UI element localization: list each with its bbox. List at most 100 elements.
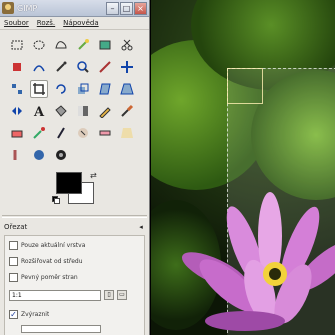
tool-button-bucket-fill[interactable]: [52, 102, 70, 120]
close-button[interactable]: ×: [134, 1, 147, 15]
tool-grid: A: [0, 30, 149, 168]
maximize-button[interactable]: □: [120, 1, 133, 15]
foreground-color-swatch[interactable]: [56, 172, 82, 194]
color-select-icon: [99, 40, 111, 50]
tool-button-airbrush[interactable]: [30, 124, 48, 142]
option-slider[interactable]: [21, 325, 101, 333]
tool-button-foreground-select[interactable]: [8, 58, 26, 76]
tool-button-color-picker[interactable]: [52, 58, 70, 76]
tool-button-smudge[interactable]: [8, 146, 26, 164]
menu-file[interactable]: Soubor: [4, 19, 29, 27]
smudge-icon: [13, 150, 17, 160]
checkbox-current-layer[interactable]: [9, 241, 18, 250]
align-icon: [12, 84, 22, 94]
text-icon: A: [33, 105, 45, 118]
checkbox-highlight[interactable]: ✓: [9, 310, 18, 319]
swap-colors-icon[interactable]: ⇄: [90, 171, 97, 180]
tool-button-flip[interactable]: [8, 102, 26, 120]
tool-button-convolve[interactable]: [52, 146, 70, 164]
portrait-icon[interactable]: ▯: [104, 290, 114, 300]
tool-button-perspective[interactable]: [118, 80, 136, 98]
tool-button-clone[interactable]: [74, 124, 92, 142]
scale-icon: [78, 83, 89, 94]
convolve-icon: [56, 150, 66, 160]
tool-button-blend[interactable]: [74, 102, 92, 120]
image-canvas[interactable]: [151, 0, 335, 335]
option-highlight[interactable]: ✓ Zvýraznit: [9, 308, 140, 321]
tool-button-crop[interactable]: [30, 80, 48, 98]
tool-button-align[interactable]: [8, 80, 26, 98]
pencil-icon: [99, 107, 111, 118]
checkbox-fixed-aspect[interactable]: [9, 273, 18, 282]
tool-options-header: Ořezat ◂: [0, 221, 149, 233]
tool-button-perspective-clone[interactable]: [118, 124, 136, 142]
tool-button-measure[interactable]: [96, 58, 114, 76]
bucket-fill-icon: [55, 105, 67, 117]
crop-corner-handle[interactable]: [227, 68, 263, 104]
option-current-layer[interactable]: Pouze aktuální vrstva: [9, 239, 140, 252]
tool-button-ellipse-select[interactable]: [30, 36, 48, 54]
clone-icon: [78, 128, 88, 138]
option-fixed-aspect[interactable]: Pevný poměr stran: [9, 271, 140, 284]
tool-button-paths[interactable]: [30, 58, 48, 76]
crop-icon: [33, 83, 45, 95]
checkbox-expand-from-center[interactable]: [9, 257, 18, 266]
dodge-burn-icon: [34, 150, 44, 160]
paths-icon: [33, 65, 45, 72]
ink-icon: [57, 127, 65, 139]
color-area: ⇄: [50, 168, 149, 212]
heal-icon: [99, 130, 111, 136]
aspect-ratio-input[interactable]: [9, 289, 101, 301]
tool-button-text[interactable]: A: [30, 102, 48, 120]
reset-colors-icon[interactable]: [52, 196, 60, 204]
menu-extensions[interactable]: Rozš.: [37, 19, 55, 27]
shear-icon: [99, 83, 111, 95]
option-expand-from-center[interactable]: Rozšiřovat od středu: [9, 255, 140, 268]
airbrush-icon: [33, 127, 45, 139]
rect-select-icon: [11, 40, 23, 50]
tool-button-eraser[interactable]: [8, 124, 26, 142]
tool-button-paintbrush[interactable]: [118, 102, 136, 120]
move-icon: [121, 61, 133, 73]
landscape-icon[interactable]: ▭: [117, 290, 127, 300]
water-lily-flower-image: [181, 192, 335, 331]
free-select-icon: [55, 41, 67, 49]
measure-icon: [99, 61, 111, 73]
tool-button-pencil[interactable]: [96, 102, 114, 120]
panel-divider[interactable]: [2, 215, 147, 218]
tool-button-rotate[interactable]: [52, 80, 70, 98]
tool-button-color-select[interactable]: [96, 36, 114, 54]
foreground-select-icon: [13, 63, 21, 71]
tool-button-rect-select[interactable]: [8, 36, 26, 54]
tab-menu-icon[interactable]: ◂: [137, 223, 145, 231]
option-label: Rozšiřovat od středu: [21, 258, 83, 265]
tool-button-zoom[interactable]: [74, 58, 92, 76]
tool-options-panel: Pouze aktuální vrstva Rozšiřovat od stře…: [4, 235, 145, 335]
tool-button-scissors[interactable]: [118, 36, 136, 54]
tool-button-free-select[interactable]: [52, 36, 70, 54]
toolbox-titlebar[interactable]: GIMP – □ ×: [0, 0, 149, 17]
tool-button-fuzzy-select[interactable]: [74, 36, 92, 54]
tool-button-dodge-burn[interactable]: [30, 146, 48, 164]
perspective-icon: [120, 83, 134, 95]
minimize-button[interactable]: –: [106, 1, 119, 15]
toolbox-window: GIMP – □ × Soubor Rozš. Nápověda A ⇄ Oře…: [0, 0, 150, 335]
option-label: Pouze aktuální vrstva: [21, 242, 86, 249]
option-label: Pevný poměr stran: [21, 274, 78, 281]
tool-button-heal[interactable]: [96, 124, 114, 142]
flip-icon: [12, 107, 22, 115]
tool-button-ink[interactable]: [52, 124, 70, 142]
ratio-row: ▯ ▭: [9, 288, 140, 302]
ellipse-select-icon: [33, 40, 45, 50]
option-label: Zvýraznit: [21, 311, 50, 318]
svg-text:A: A: [33, 105, 45, 118]
zoom-icon: [77, 61, 89, 73]
menu-help[interactable]: Nápověda: [63, 19, 98, 27]
eraser-icon: [11, 130, 23, 138]
tool-options-title: Ořezat: [4, 223, 28, 231]
menubar: Soubor Rozš. Nápověda: [0, 17, 149, 30]
rotate-icon: [56, 84, 66, 94]
tool-button-move[interactable]: [118, 58, 136, 76]
tool-button-shear[interactable]: [96, 80, 114, 98]
tool-button-scale[interactable]: [74, 80, 92, 98]
